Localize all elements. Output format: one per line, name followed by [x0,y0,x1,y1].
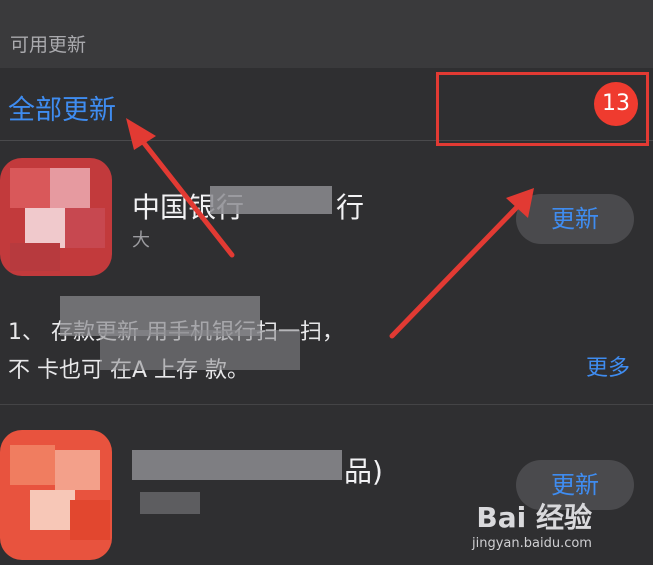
watermark: Bai 经验 jingyan.baidu.com [472,496,592,551]
watermark-brand: Bai 经验 [476,501,592,534]
annotation-arrows [126,118,534,339]
arrow-to-update-all [126,118,235,258]
watermark-url: jingyan.baidu.com [472,536,592,551]
arrow-to-update-button [389,188,534,339]
